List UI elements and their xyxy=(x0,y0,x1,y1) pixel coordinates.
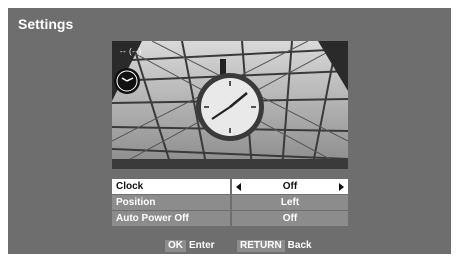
menu-row-label: Clock xyxy=(112,179,230,194)
settings-menu: Clock Off Position Left Auto Power Off O… xyxy=(112,179,348,227)
preview-image xyxy=(112,41,348,169)
page-title: Settings xyxy=(18,16,74,32)
arrow-right-icon[interactable] xyxy=(339,183,344,191)
station-clock-photo xyxy=(112,41,348,169)
enter-hint[interactable]: OK Enter xyxy=(165,240,215,252)
menu-row-clock[interactable]: Clock Off xyxy=(112,179,348,194)
settings-screen: Settings -- (--) Clock Off Position Left… xyxy=(8,8,451,254)
arrow-left-icon[interactable] xyxy=(236,183,241,191)
menu-row-label: Position xyxy=(112,195,230,210)
menu-row-value-text: Off xyxy=(282,213,298,224)
back-hint[interactable]: RETURN Back xyxy=(237,240,312,252)
menu-row-value[interactable]: Off xyxy=(232,179,348,194)
menu-row-auto-power-off[interactable]: Auto Power Off Off xyxy=(112,211,348,226)
ok-key-badge: OK xyxy=(165,240,186,252)
enter-label: Enter xyxy=(189,240,215,251)
menu-row-value-text: Off xyxy=(282,181,298,192)
back-label: Back xyxy=(287,240,312,251)
menu-row-position[interactable]: Position Left xyxy=(112,195,348,210)
menu-row-label: Auto Power Off xyxy=(112,211,230,226)
menu-row-value-text: Left xyxy=(280,197,300,208)
menu-row-value[interactable]: Left xyxy=(232,195,348,210)
menu-row-value[interactable]: Off xyxy=(232,211,348,226)
osd-clock-text: -- (--) xyxy=(120,47,142,56)
return-key-badge: RETURN xyxy=(237,240,285,252)
